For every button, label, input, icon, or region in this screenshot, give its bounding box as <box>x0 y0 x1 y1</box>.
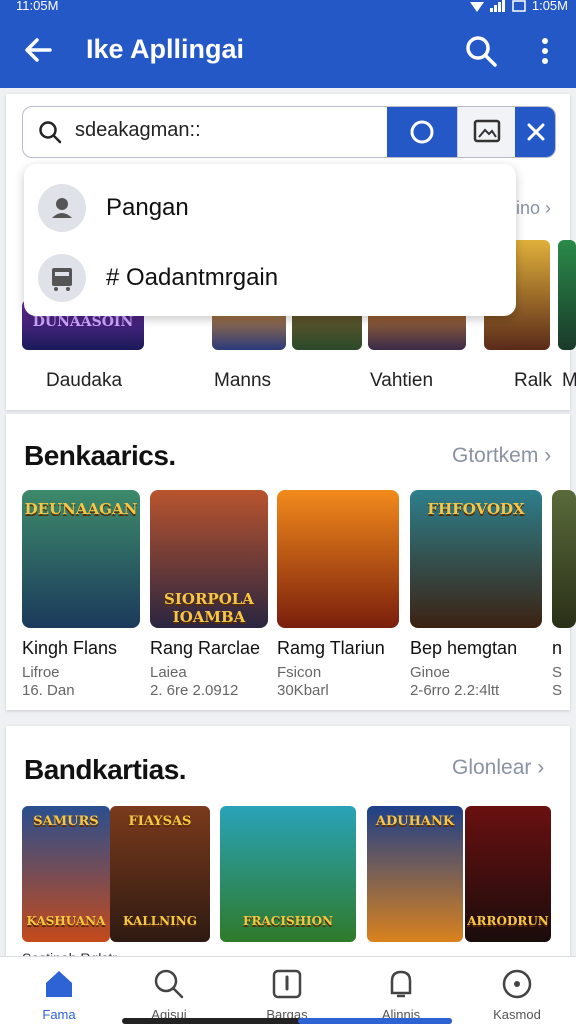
game-tile[interactable]: SAMURS KASHUANA <box>22 806 110 942</box>
game-meta: 16. Dan <box>22 682 75 699</box>
section-1-title: Benkaarics. <box>24 440 176 471</box>
section-1-see-more[interactable]: Gtortkem › <box>452 444 551 468</box>
wifi-icon <box>469 1 484 12</box>
game-name: Bep hemgtan <box>410 638 518 658</box>
tile-art-title: ADUHANK <box>375 814 455 829</box>
game-meta: 2-6rro 2.2:4ltt <box>410 682 500 699</box>
search-icon <box>154 969 184 999</box>
game-subtitle: Laiea <box>150 664 187 681</box>
search-bar: sdeakagman:: <box>22 106 556 158</box>
bottom-nav: Fama Agisui Bargas Alinnis Kasmod <box>0 956 576 1025</box>
battery-icon <box>512 0 526 12</box>
status-icons: 1:05M <box>469 0 568 13</box>
game-card-art[interactable]: SIORPOLA IOAMBA <box>150 490 268 628</box>
nav-item-search[interactable]: Agisui <box>114 957 224 1025</box>
section-2-see-more[interactable]: Glonlear › <box>452 756 544 780</box>
section-2-title: Bandkartias. <box>24 754 187 785</box>
circle-icon <box>410 120 434 144</box>
suggestion-item[interactable]: # Oadantmrgain <box>24 238 516 308</box>
status-battery-text: 1:05M <box>531 0 568 13</box>
game-subtitle: Ginoe <box>410 664 451 681</box>
target-icon <box>502 969 532 999</box>
game-name: n <box>552 638 563 658</box>
bell-icon <box>390 970 412 998</box>
tile-art-subtitle: KASHUANA <box>26 914 106 928</box>
voice-search-button[interactable] <box>387 107 457 157</box>
home-indicator <box>122 1018 452 1024</box>
tile-art-subtitle: FRACISHION <box>242 914 333 928</box>
suggestion-label: Pangan <box>106 194 189 221</box>
game-subtitle: Fsicon <box>277 664 322 681</box>
tile-art-title: SAMURS <box>33 814 99 829</box>
game-art-title: FHFOVODX <box>427 500 525 518</box>
signal-icon <box>489 0 505 12</box>
top-row-label-4: Ralk <box>514 370 553 391</box>
app-bar: Ike Apllingai <box>0 14 576 88</box>
top-row-art-6[interactable] <box>558 240 576 350</box>
game-tile[interactable]: FRACISHION <box>220 806 356 942</box>
suggestions-dropdown: Pangan # Oadantmrgain <box>24 164 516 316</box>
nav-label-target: Kasmod <box>493 1007 541 1022</box>
image-search-button[interactable] <box>457 107 516 157</box>
home-icon <box>46 971 72 997</box>
game-art-title: DEUNAAGAN <box>24 500 138 518</box>
game-name: Kingh Flans <box>22 638 118 658</box>
nav-item-notifications[interactable]: Alinnis <box>346 957 456 1025</box>
close-icon <box>527 123 545 141</box>
top-row-label-5: M <box>562 370 576 391</box>
game-subtitle: S <box>552 664 563 681</box>
game-card-art[interactable]: DEUNAAGAN <box>22 490 140 628</box>
game-art-title: SIORPOLA IOAMBA <box>164 590 254 626</box>
search-icon <box>39 121 62 144</box>
clipboard-icon <box>272 969 302 999</box>
top-row-label-3: Vahtien <box>370 370 434 391</box>
game-tile[interactable]: ARRODRUN <box>465 806 551 942</box>
app-title: Ike Apllingai <box>86 34 245 64</box>
tile-art-title: FIAYSAS <box>128 814 192 829</box>
game-card-art[interactable] <box>552 490 576 628</box>
search-input[interactable]: sdeakagman:: <box>75 119 201 142</box>
nav-item-home[interactable]: Fama <box>4 957 114 1025</box>
game-meta: 2. 6re 2.0912 <box>150 682 239 699</box>
store-icon <box>38 254 86 302</box>
status-bar: 11:05M 1:05M <box>0 0 576 14</box>
game-tile[interactable]: ADUHANK <box>367 806 463 942</box>
image-icon <box>473 119 501 143</box>
more-vert-icon[interactable] <box>530 32 560 70</box>
tile-art-subtitle: ARRODRUN <box>467 914 549 928</box>
game-tile[interactable]: FIAYSAS KALLNING <box>110 806 210 942</box>
status-time: 11:05M <box>16 0 59 13</box>
nav-label-home: Fama <box>42 1007 76 1022</box>
tile-art-subtitle: KALLNING <box>123 914 197 928</box>
game-meta: 30Kbarl <box>277 682 329 699</box>
game-name: Ramg Tlariun <box>277 638 385 658</box>
top-row-label-1: Daudaka <box>46 370 123 391</box>
game-card-art[interactable] <box>277 490 399 628</box>
game-meta: S <box>552 682 563 699</box>
game-card-art[interactable]: FHFOVODX <box>410 490 542 628</box>
nav-item-clipboard[interactable]: Bargas <box>232 957 342 1025</box>
top-see-more[interactable]: ino › <box>516 198 551 219</box>
nav-item-target[interactable]: Kasmod <box>462 957 572 1025</box>
game-name: Rang Rarclae <box>150 638 261 658</box>
search-icon[interactable] <box>462 32 500 70</box>
back-arrow-icon[interactable] <box>20 32 56 68</box>
suggestion-label: # Oadantmrgain <box>106 264 279 291</box>
suggestion-item[interactable]: Pangan <box>24 168 516 238</box>
top-row-label-2: Manns <box>214 370 272 391</box>
clear-search-button[interactable] <box>515 107 555 157</box>
game-subtitle: Lifroe <box>22 664 60 681</box>
user-icon <box>38 184 86 232</box>
